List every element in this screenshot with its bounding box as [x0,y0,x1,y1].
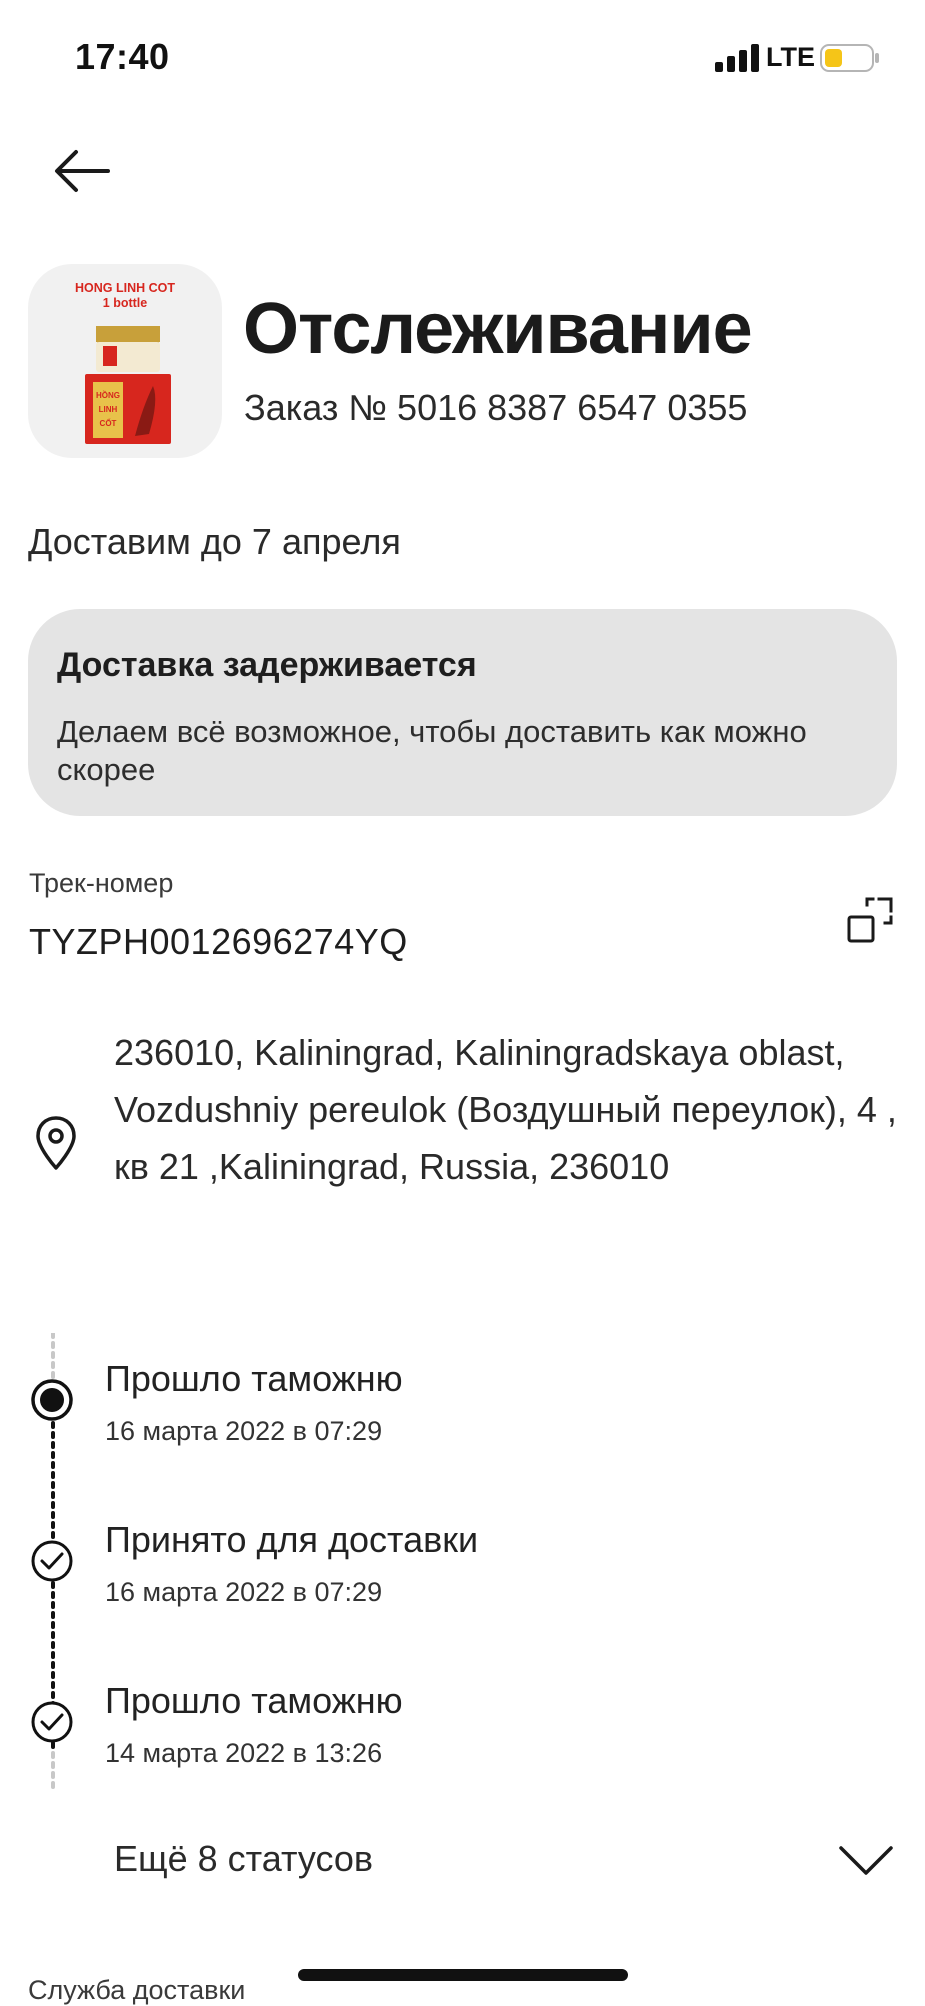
delivery-service-label: Служба доставки [28,1975,246,2005]
location-pin-icon [36,1116,76,1170]
status-time: 17:40 [75,36,170,77]
copy-icon[interactable] [846,896,894,944]
home-indicator[interactable] [298,1969,628,1981]
delivery-address: 236010, Kaliningrad, Kaliningradskaya ob… [114,1032,897,1187]
svg-text:LINH: LINH [99,405,118,414]
product-jar-image: HỒNG LINH CỐT [85,326,171,444]
delay-notice-card: Доставка задерживается Делаем всё возмож… [28,609,897,816]
status-date: 16 марта 2022 в 07:29 [105,1416,383,1446]
delivery-estimate: Доставим до 7 апреля [28,521,401,562]
order-number: Заказ № 5016 8387 6547 0355 [244,387,748,428]
signal-icon [715,44,759,72]
battery-icon [820,44,879,72]
more-statuses-button[interactable]: Ещё 8 статусов [114,1838,373,1880]
track-number-value[interactable]: TYZPH0012696274YQ [29,921,408,963]
status-title: Прошло таможню [105,1358,403,1399]
notice-text: Делаем всё возможное, чтобы доставить ка… [57,714,807,787]
page-title: Отслеживание [243,289,753,369]
svg-text:CỐT: CỐT [100,418,117,428]
product-caption: HONG LINH COT 1 bottle [28,281,222,311]
network-type: LTE [766,42,815,72]
check-circle-icon [31,1540,73,1582]
chevron-down-icon[interactable] [838,1843,894,1879]
back-arrow-icon[interactable] [52,146,112,196]
track-number-label: Трек-номер [29,868,174,898]
current-dot-icon [31,1379,73,1421]
product-variant: 1 bottle [102,296,148,310]
status-title: Прошло таможню [105,1680,403,1721]
status-date: 16 марта 2022 в 07:29 [105,1577,383,1607]
status-title: Принято для доставки [105,1519,479,1560]
status-date: 14 марта 2022 в 13:26 [105,1738,383,1768]
notice-title: Доставка задерживается [57,646,477,684]
check-circle-icon [31,1701,73,1743]
product-brand: HONG LINH COT [75,281,175,295]
product-thumbnail[interactable]: HONG LINH COT 1 bottle HỒNG LINH CỐT [28,264,222,458]
svg-text:HỒNG: HỒNG [96,390,120,400]
